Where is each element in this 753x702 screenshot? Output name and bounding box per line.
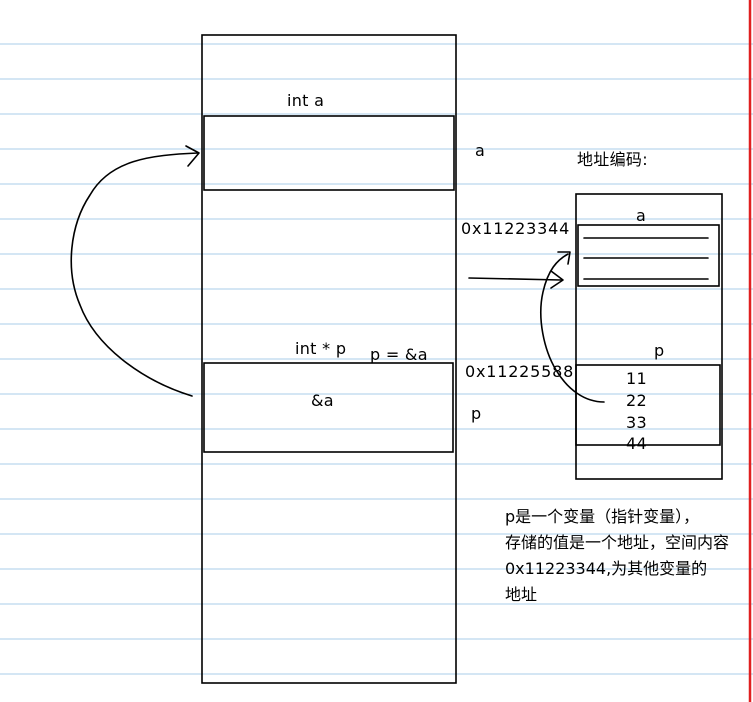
note-line: p是一个变量（指针变量）， <box>505 507 700 526</box>
p-assign-label: p = &a <box>370 345 428 364</box>
a-right-label: a <box>475 141 486 160</box>
int-a-label: int a <box>287 91 325 110</box>
address-title: 地址编码: <box>577 150 648 169</box>
pointer-arrow-left <box>70 152 199 397</box>
address-p-cell <box>575 364 721 446</box>
p-byte-1: 11 <box>626 369 647 388</box>
variable-a-cell <box>203 115 455 191</box>
address-a-value: 0x11223344 <box>461 219 571 238</box>
p-byte-2: 22 <box>626 391 647 410</box>
p-value-label: &a <box>311 391 334 410</box>
explanation-note: p是一个变量（指针变量）， 存储的值是一个地址，空间内容 0x11223344,… <box>505 504 753 608</box>
note-line: 0x11223344,为其他变量的 <box>505 559 708 578</box>
address-a-cell <box>577 224 720 287</box>
p-right-label: p <box>471 404 482 423</box>
address-a-box-label: a <box>636 206 647 225</box>
p-byte-3: 33 <box>626 413 647 432</box>
int-pointer-label: int * p <box>295 339 347 358</box>
pointer-arrowhead-left-icon <box>185 145 200 167</box>
address-p-box-label: p <box>654 341 665 360</box>
p-byte-4: 44 <box>626 434 647 453</box>
note-line: 存储的值是一个地址，空间内容 <box>505 533 730 552</box>
address-p-value: 0x11225588 <box>465 362 575 381</box>
address-memory-column <box>575 193 723 480</box>
note-line: 地址 <box>505 585 538 604</box>
